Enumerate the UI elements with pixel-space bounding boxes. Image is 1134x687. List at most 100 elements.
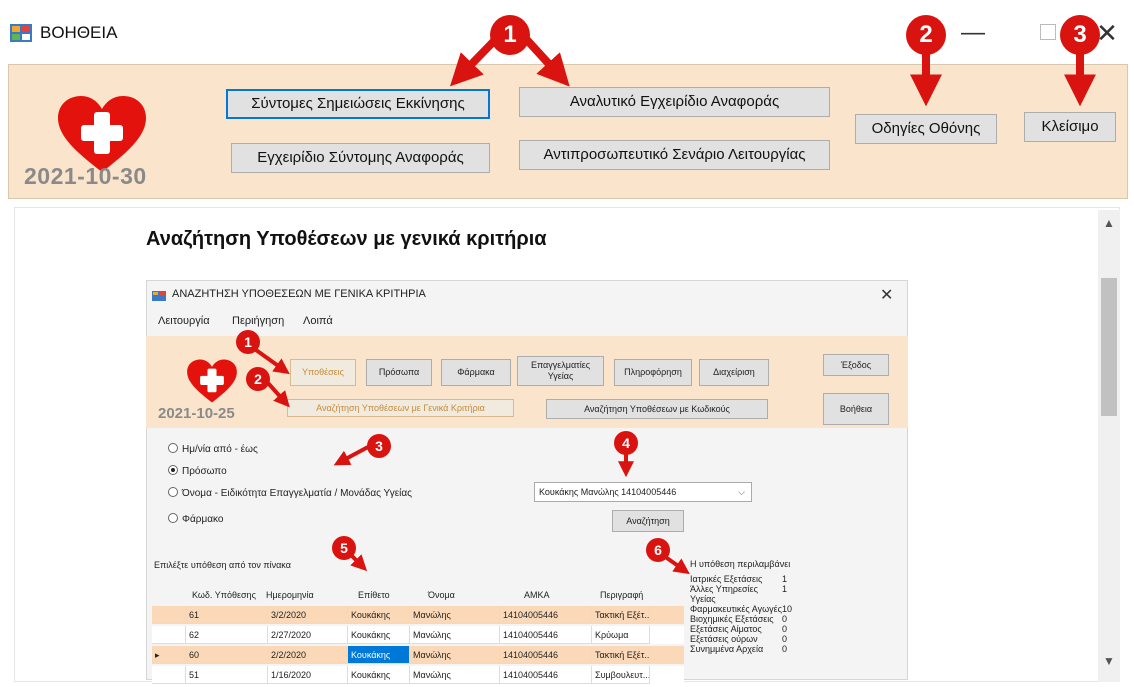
inner-search-button: Αναζήτηση <box>612 510 684 532</box>
inner-exit-button: Έξοδος <box>823 354 889 376</box>
row-selector-cell: ▸ <box>152 646 186 664</box>
inner-cases-grid: Κωδ. Υπόθεσης Ημερομηνία Επίθετο Όνομα Α… <box>152 588 684 684</box>
table-cell: 2/27/2020 <box>268 626 348 644</box>
summary-row: Εξετάσεις Αίματος 0 <box>690 624 788 634</box>
screen-help-button[interactable]: Οδηγίες Οθόνης <box>855 114 997 144</box>
inner-marker-badge: 2 <box>246 367 270 391</box>
minimize-button[interactable]: — <box>950 16 996 50</box>
marker-badge: 2 <box>906 15 946 55</box>
table-cell: 14104005446 <box>500 606 592 624</box>
window-title: ΒΟΗΘΕΙΑ <box>40 23 118 42</box>
inner-app-icon <box>152 291 166 301</box>
inner-marker-badge: 3 <box>367 434 391 458</box>
grid-header-cell: Κωδ. Υπόθεσης <box>192 590 256 600</box>
summary-row: Άλλες Υπηρεσίες Υγείας 1 <box>690 584 788 604</box>
table-cell: Κουκάκης <box>348 646 410 664</box>
summary-row: Βιοχημικές Εξετάσεις 0 <box>690 614 788 624</box>
inner-radio-drug: Φάρμακο <box>168 513 223 525</box>
app-icon <box>10 24 32 42</box>
inner-radio-person: Πρόσωπο <box>168 465 227 477</box>
table-cell: Κουκάκης <box>348 606 410 624</box>
inner-persons-button: Πρόσωπα <box>366 359 432 386</box>
inner-radio-professional: Όνομα - Ειδικότητα Επαγγελματία / Μονάδα… <box>168 487 412 499</box>
inner-drugs-button: Φάρμακα <box>441 359 511 386</box>
inner-window-title: ΑΝΑΖΗΤΗΣΗ ΥΠΟΘΕΣΕΩΝ ΜΕ ΓΕΝΙΚΑ ΚΡΙΤΗΡΙΑ <box>172 288 426 300</box>
table-cell: 51 <box>186 666 268 684</box>
grid-header-cell: Όνομα <box>428 590 455 600</box>
scenario-button[interactable]: Αντιπροσωπευτικό Σενάριο Λειτουργίας <box>519 140 830 170</box>
inner-help-button: Βοήθεια <box>823 393 889 425</box>
table-cell: 2/2/2020 <box>268 646 348 664</box>
table-cell: 14104005446 <box>500 646 592 664</box>
grid-header-cell: ΑΜΚΑ <box>524 590 550 600</box>
table-row: ▸ 60 2/2/2020 Κουκάκης Μανώλης 14104005446 Τακ… <box>152 646 684 664</box>
row-selector-cell <box>152 666 186 684</box>
inner-professionals-button: Επαγγελματίες Υγείας <box>517 356 604 386</box>
inner-person-combo: Κουκάκης Μανώλης 14104005446 ⌵ <box>534 482 752 502</box>
inner-menu-item: Περιήγηση <box>232 315 285 327</box>
table-cell: 14104005446 <box>500 626 592 644</box>
detailed-manual-button[interactable]: Αναλυτικό Εγχειρίδιο Αναφοράς <box>519 87 830 117</box>
grid-header-cell: Ημερομηνία <box>266 590 314 600</box>
table-cell: Μανώλης <box>410 646 500 664</box>
heart-logo-icon <box>58 96 146 172</box>
inner-summary-label: Η υπόθεση περιλαμβάνει <box>690 559 791 569</box>
scrollbar-thumb[interactable] <box>1101 278 1117 416</box>
inner-search-codes-button: Αναζήτηση Υποθέσεων με Κωδικούς <box>546 399 768 419</box>
content-heading: Αναζήτηση Υποθέσεων με γενικά κριτήρια <box>146 228 547 250</box>
inner-cases-button: Υποθέσεις <box>290 359 356 386</box>
grid-header-cell: Επίθετο <box>358 590 390 600</box>
grid-header: Κωδ. Υπόθεσης Ημερομηνία Επίθετο Όνομα Α… <box>152 588 684 604</box>
marker-badge: 3 <box>1060 15 1100 55</box>
radio-dot-selected <box>168 465 178 475</box>
inner-marker-badge: 5 <box>332 536 356 560</box>
current-date: 2021-10-30 <box>24 163 147 189</box>
scroll-down-icon[interactable]: ▼ <box>1101 654 1117 672</box>
table-cell: Κουκάκης <box>348 626 410 644</box>
inner-summary-list: Ιατρικές Εξετάσεις 1 Άλλες Υπηρεσίες Υγεί… <box>690 574 792 654</box>
table-cell: 62 <box>186 626 268 644</box>
table-row: 61 3/2/2020 Κουκάκης Μανώλης 14104005446 Τακτ… <box>152 606 684 624</box>
table-cell: Τακτική Εξέτ... <box>592 646 650 664</box>
inner-marker-badge: 1 <box>236 330 260 354</box>
inner-date: 2021-10-25 <box>158 405 235 422</box>
inner-radio-date: Ημ/νία από - έως <box>168 443 258 455</box>
close-button[interactable]: Κλείσιμο <box>1024 112 1116 142</box>
title-bar: ΒΟΗΘΕΙΑ — ✕ <box>0 0 1134 62</box>
table-cell: Μανώλης <box>410 606 500 624</box>
marker-badge: 1 <box>490 15 530 55</box>
scroll-up-icon[interactable]: ▲ <box>1101 216 1117 234</box>
radio-dot <box>168 513 178 523</box>
summary-row: Συνημμένα Αρχεία 0 <box>690 644 788 654</box>
inner-information-button: Πληροφόρηση <box>614 359 692 386</box>
inner-marker-badge: 6 <box>646 538 670 562</box>
table-cell: Μανώλης <box>410 626 500 644</box>
table-cell: 3/2/2020 <box>268 606 348 624</box>
inner-marker-badge: 4 <box>614 431 638 455</box>
table-cell: Μανώλης <box>410 666 500 684</box>
row-selector-cell <box>152 626 186 644</box>
short-manual-button[interactable]: Εγχειρίδιο Σύντομης Αναφοράς <box>231 143 490 173</box>
table-cell: 1/16/2020 <box>268 666 348 684</box>
inner-heart-icon <box>187 359 237 403</box>
table-cell: Κρύωμα <box>592 626 650 644</box>
maximize-button[interactable] <box>1040 24 1056 40</box>
summary-row: Φαρμακευτικές Αγωγές 10 <box>690 604 793 614</box>
table-cell: 61 <box>186 606 268 624</box>
chevron-down-icon: ⌵ <box>738 487 745 497</box>
table-cell: 14104005446 <box>500 666 592 684</box>
inner-pick-label: Επιλέξτε υπόθεση από τον πίνακα <box>154 560 291 570</box>
table-row: 51 1/16/2020 Κουκάκης Μανώλης 14104005446 Συμ… <box>152 666 684 684</box>
table-cell: Συμβουλευτ... <box>592 666 650 684</box>
table-cell: Κουκάκης <box>348 666 410 684</box>
grid-header-cell: Περιγραφή <box>600 590 644 600</box>
table-cell: 60 <box>186 646 268 664</box>
summary-row: Εξετάσεις ούρων 0 <box>690 634 788 644</box>
table-cell: Τακτική Εξέτ... <box>592 606 650 624</box>
inner-search-general-button: Αναζήτηση Υποθέσεων με Γενικά Κριτήρια <box>287 399 514 417</box>
quick-notes-button[interactable]: Σύντομες Σημειώσεις Εκκίνησης <box>226 89 490 119</box>
table-row: 62 2/27/2020 Κουκάκης Μανώλης 14104005446 Κρύ… <box>152 626 684 644</box>
inner-menu-item: Λειτουργία <box>158 315 210 327</box>
inner-close-icon: ✕ <box>880 287 894 304</box>
radio-dot <box>168 443 178 453</box>
